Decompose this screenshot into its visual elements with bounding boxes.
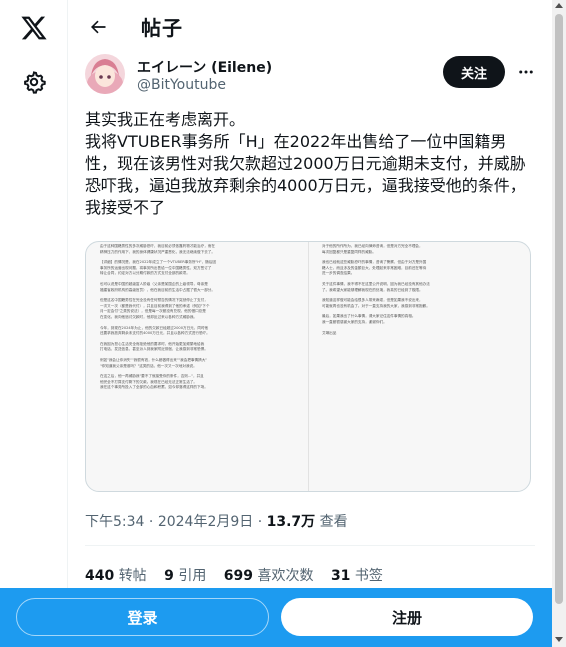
tweet-text: 其实我正在考虑离开。 我将VTUBER事务所「H」在2022年出售给了一位中国籍… [85, 109, 535, 219]
document-right-column: 对于他的所作所为，我已经向律师咨询，但是对方完全不理会， 每次回复都只是重复同样的… [322, 242, 527, 491]
follow-button[interactable]: 关注 [443, 56, 505, 88]
tweet-date[interactable]: 2024年2月9日 [158, 514, 253, 530]
x-logo-icon[interactable] [14, 8, 54, 48]
left-nav-rail [0, 0, 68, 647]
document-text-line: 我在这个事务所投入了全部的心血和积蓄，如今却落得这样的下场。 [100, 385, 208, 390]
display-name[interactable]: エイレーン (Eilene) [137, 57, 272, 77]
likes-stat[interactable]: 699 喜欢次数 [224, 565, 314, 585]
user-handle[interactable]: @BitYoutube [137, 77, 226, 93]
scrollbar[interactable] [552, 0, 566, 647]
reposts-count: 440 [85, 568, 115, 584]
quotes-count: 9 [164, 568, 174, 584]
arrow-left-icon[interactable] [81, 10, 115, 44]
document-text-line: 艾琳出品 [322, 330, 337, 335]
tweet-paragraph: 我将VTUBER事务所「H」在2022年出售给了一位中国籍男性，现在该男性对我欠… [85, 132, 526, 217]
separator-dot: · [144, 514, 158, 530]
divider [85, 545, 535, 546]
tweet-time[interactable]: 下午5:34 [85, 514, 144, 530]
separator-dot: · [253, 514, 267, 530]
top-bar: 帖子 [69, 0, 549, 53]
likes-count: 699 [223, 568, 254, 584]
likes-label: 喜欢次数 [257, 568, 314, 584]
attached-document-image[interactable]: 由于这种国籍男性的多次威胁恐吓，我目前必须依靠药物才能治疗，而在 精神压力的作用下… [85, 241, 531, 492]
main-column: 帖子 エイレーン (Eilene) @BitYoutube 关注 其实我正在考虑… [69, 0, 549, 647]
quotes-stat[interactable]: 9 引用 [164, 565, 206, 585]
scroll-down-arrow-icon[interactable] [555, 637, 563, 642]
bookmarks-stat[interactable]: 31 书签 [331, 565, 383, 585]
scroll-up-arrow-icon[interactable] [555, 3, 563, 8]
views-count: 13.7万 [266, 514, 316, 530]
tweet-meta: 下午5:34 · 2024年2月9日 · 13.7万 查看 [85, 511, 348, 531]
gear-icon[interactable] [14, 62, 54, 102]
more-horizontal-icon[interactable] [513, 59, 539, 85]
bookmarks-label: 书签 [354, 568, 383, 584]
signup-banner: 登录 注册 [0, 588, 552, 647]
avatar[interactable] [85, 54, 125, 94]
document-left-column: 由于这种国籍男性的多次威胁恐吓，我目前必须依靠药物才能治疗，而在 精神压力的作用下… [100, 242, 305, 491]
bookmarks-count: 31 [330, 568, 351, 584]
reposts-label: 转帖 [118, 568, 147, 584]
reposts-stat[interactable]: 440 转帖 [85, 565, 147, 585]
engagement-stats: 440 转帖 9 引用 699 喜欢次数 31 书签 [85, 565, 396, 585]
scrollbar-thumb[interactable] [555, 14, 563, 604]
signup-button[interactable]: 注册 [281, 598, 533, 636]
document-divider [308, 242, 309, 491]
quotes-label: 引用 [178, 568, 207, 584]
page-title: 帖子 [141, 16, 183, 40]
login-button[interactable]: 登录 [16, 598, 269, 636]
tweet-paragraph: 其实我正在考虑离开。 [85, 110, 246, 129]
author-row: エイレーン (Eilene) @BitYoutube 关注 [85, 54, 535, 102]
views-label: 查看 [315, 514, 348, 530]
